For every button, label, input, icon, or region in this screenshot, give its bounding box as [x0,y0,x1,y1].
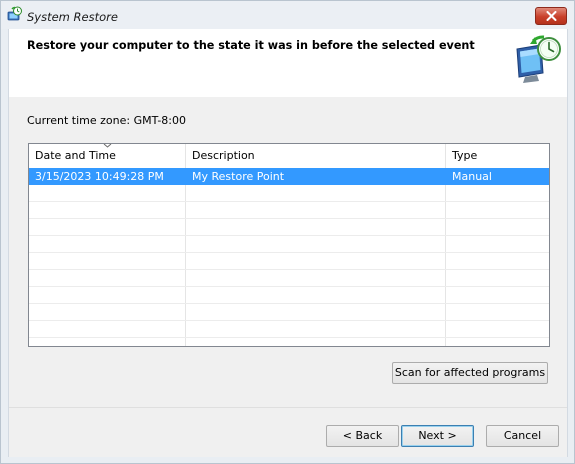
empty-row [29,185,549,202]
cell-description: My Restore Point [192,170,285,183]
cell-type: Manual [452,170,492,183]
system-restore-icon [7,6,22,21]
restore-point-list[interactable]: Date and Time Description Type 3/15/2023… [28,143,550,347]
back-button[interactable]: < Back [326,425,399,447]
empty-row [29,219,549,236]
page-heading: Restore your computer to the state it wa… [27,39,475,52]
window-title: System Restore [27,10,118,24]
cancel-button[interactable]: Cancel [486,425,559,447]
dialog-header: Restore your computer to the state it wa… [9,29,567,97]
next-button[interactable]: Next > [401,425,474,447]
empty-row [29,287,549,304]
title-bar[interactable]: System Restore [1,1,574,29]
empty-row [29,270,549,287]
system-restore-icon [516,35,561,83]
table-row[interactable]: 3/15/2023 10:49:28 PM My Restore Point M… [29,168,549,185]
dialog-content: Restore your computer to the state it wa… [8,29,568,457]
column-header-type[interactable]: Type [446,144,549,168]
empty-row [29,236,549,253]
empty-row [29,321,549,338]
dialog-body: Current time zone: GMT-8:00 Date and Tim… [9,97,567,457]
list-header: Date and Time Description Type [29,144,549,169]
cell-date: 3/15/2023 10:49:28 PM [35,170,164,183]
system-restore-window: System Restore Restore your computer to … [0,0,575,464]
close-button[interactable] [535,7,567,25]
empty-row [29,202,549,219]
scan-affected-programs-button[interactable]: Scan for affected programs [392,362,548,384]
empty-row [29,253,549,270]
sort-chevron-down-icon [103,144,112,148]
empty-row [29,304,549,321]
close-icon [546,11,557,21]
column-header-date[interactable]: Date and Time [29,144,186,168]
column-header-description[interactable]: Description [186,144,446,168]
timezone-label: Current time zone: GMT-8:00 [27,114,187,127]
footer-divider [9,407,567,408]
